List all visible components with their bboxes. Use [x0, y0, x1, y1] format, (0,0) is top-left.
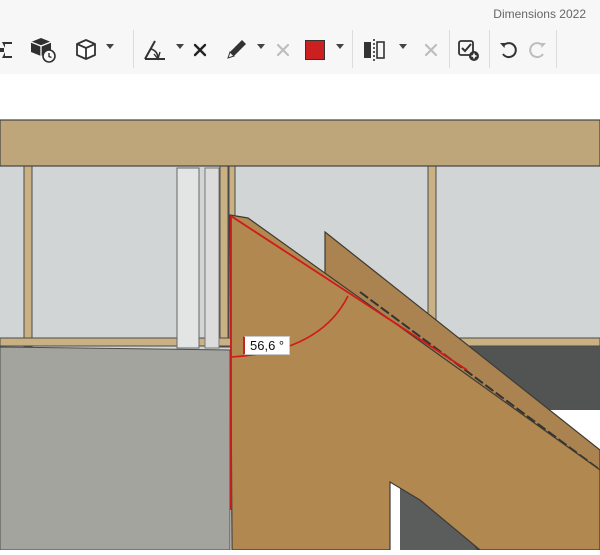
3d-viewport[interactable]: 56,6 ° — [0, 74, 600, 551]
pencil-icon[interactable] — [222, 34, 250, 66]
cube-view-icon[interactable] — [72, 34, 100, 66]
color-swatch-icon[interactable] — [302, 34, 328, 66]
color-dropdown[interactable] — [336, 44, 344, 49]
delete-mirror-icon — [421, 34, 441, 66]
cube-clock-icon[interactable] — [28, 34, 58, 66]
angle-measure-icon[interactable] — [140, 34, 170, 66]
mirror-dropdown[interactable] — [399, 44, 407, 49]
delete-angle-icon[interactable] — [190, 34, 210, 66]
ceiling-beam — [0, 119, 600, 167]
color-swatch[interactable] — [305, 40, 325, 60]
toolbar-separator — [489, 30, 490, 68]
pillar — [176, 167, 200, 349]
app-title: Dimensions 2022 — [493, 7, 586, 21]
toolbar-separator — [556, 30, 557, 68]
check-add-icon[interactable] — [455, 34, 481, 66]
angle-measure-dropdown[interactable] — [176, 44, 184, 49]
floor — [0, 346, 231, 551]
cube-view-dropdown[interactable] — [106, 44, 114, 49]
toolbar-separator — [133, 30, 134, 68]
pillar-2 — [204, 167, 220, 349]
toolbar-separator — [449, 30, 450, 68]
expand-arrows-icon[interactable] — [0, 34, 18, 66]
redo-icon — [526, 34, 550, 66]
toolbar-separator — [352, 30, 353, 68]
pencil-dropdown[interactable] — [257, 44, 265, 49]
delete-pencil-icon — [273, 34, 293, 66]
undo-icon[interactable] — [496, 34, 520, 66]
scene-render — [0, 119, 600, 551]
angle-label[interactable]: 56,6 ° — [243, 336, 291, 355]
mirror-icon[interactable] — [359, 34, 389, 66]
ribbon-toolbar: Dimensions 2022 — [0, 0, 600, 75]
